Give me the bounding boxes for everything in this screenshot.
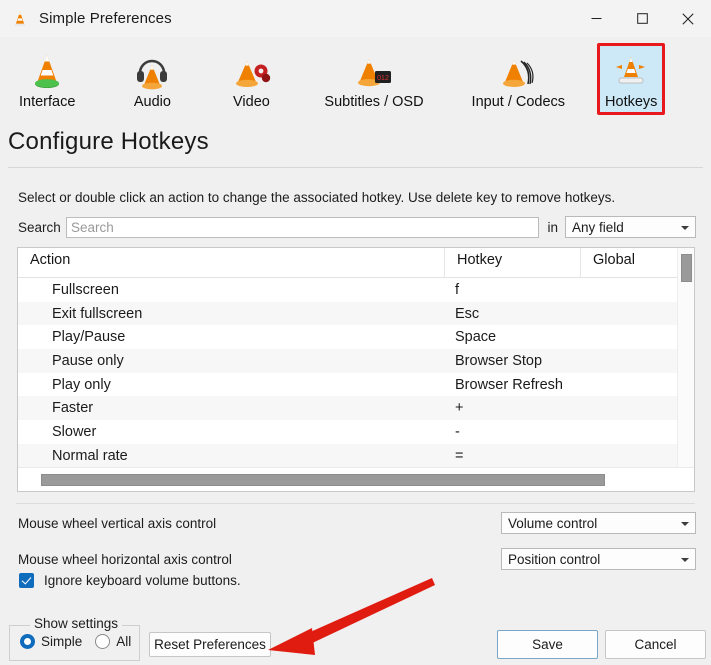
cell-hotkey: f xyxy=(455,281,460,298)
cell-action: Slower xyxy=(52,423,97,440)
mouse-wheel-horizontal-dropdown[interactable]: Position control xyxy=(501,548,696,570)
table-row[interactable]: Pause only Browser Stop xyxy=(18,349,694,373)
table-row[interactable]: Faster + xyxy=(18,396,694,421)
cell-action: Exit fullscreen xyxy=(52,305,143,322)
cell-hotkey: Space xyxy=(455,329,497,346)
vlc-input-codecs-icon xyxy=(496,49,540,93)
radio-simple[interactable]: Simple xyxy=(20,634,82,649)
toolbar-item-label: Interface xyxy=(19,94,76,110)
cell-hotkey: Browser Stop xyxy=(455,352,543,369)
cell-action: Pause only xyxy=(52,352,124,369)
cell-hotkey: Esc xyxy=(455,305,480,322)
title-divider xyxy=(8,167,703,168)
toolbar-item-subtitles-osd[interactable]: 012 Subtitles / OSD xyxy=(316,43,431,115)
table-row[interactable]: Slower - xyxy=(18,420,694,444)
radio-simple-indicator[interactable] xyxy=(20,634,35,649)
vlc-hotkeys-icon xyxy=(609,49,653,93)
reset-preferences-button[interactable]: Reset Preferences xyxy=(149,632,271,657)
ignore-volume-checkbox[interactable] xyxy=(19,573,34,588)
simple-preferences-window: Simple Preferences Interface Audio Video… xyxy=(0,0,711,665)
toolbar-item-label: Audio xyxy=(133,94,171,110)
vertical-scrollbar-thumb[interactable] xyxy=(681,254,692,282)
maximize-button[interactable] xyxy=(619,0,665,37)
radio-simple-label: Simple xyxy=(41,634,83,649)
chevron-down-icon xyxy=(681,226,689,230)
mouse-wheel-vertical-dropdown[interactable]: Volume control xyxy=(501,512,696,534)
table-row[interactable]: Play only Browser Refresh xyxy=(18,373,694,397)
cell-action: Normal rate xyxy=(52,447,128,464)
radio-all-indicator[interactable] xyxy=(95,634,111,649)
table-header-row: Action Hotkey Global xyxy=(18,248,694,278)
table-horizontal-scrollbar[interactable] xyxy=(18,467,694,491)
toolbar-item-input-codecs[interactable]: Input / Codecs xyxy=(464,43,574,115)
toolbar-item-interface[interactable]: Interface xyxy=(11,43,83,115)
table-row[interactable]: Exit fullscreen Esc xyxy=(18,301,694,326)
chevron-down-icon xyxy=(681,558,689,562)
page-title: Configure Hotkeys xyxy=(8,128,209,155)
mouse-wheel-horizontal-value: Position control xyxy=(508,551,601,567)
vlc-headphones-icon xyxy=(130,49,174,93)
ignore-volume-label: Ignore keyboard volume buttons. xyxy=(44,573,241,588)
toolbar-item-hotkeys[interactable]: Hotkeys xyxy=(597,43,666,115)
vlc-cone-icon xyxy=(25,49,69,93)
mouse-wheel-horizontal-label: Mouse wheel horizontal axis control xyxy=(18,551,232,567)
toolbar-item-label: Video xyxy=(233,94,270,110)
ignore-volume-buttons-row[interactable]: Ignore keyboard volume buttons. xyxy=(19,573,241,588)
show-settings-group: Show settings Simple All xyxy=(9,616,141,661)
show-settings-legend: Show settings xyxy=(30,616,123,631)
cell-action: Play/Pause xyxy=(52,329,126,346)
preferences-toolbar: Interface Audio Video 012 Subtitles / OS… xyxy=(0,37,711,123)
search-field-value: Any field xyxy=(572,219,624,235)
vlc-cone-icon xyxy=(10,9,30,29)
column-header-action[interactable]: Action xyxy=(18,248,445,277)
red-arrow-icon xyxy=(268,578,435,655)
radio-all[interactable]: All xyxy=(95,634,131,649)
column-header-hotkey[interactable]: Hotkey xyxy=(445,248,581,277)
window-title: Simple Preferences xyxy=(39,10,172,27)
hotkeys-table[interactable]: Action Hotkey Global Fullscreen f Exit f… xyxy=(17,247,695,492)
mouse-wheel-vertical-value: Volume control xyxy=(508,515,598,531)
title-bar: Simple Preferences xyxy=(0,0,711,37)
vlc-subtitles-icon: 012 xyxy=(352,49,396,93)
mouse-wheel-vertical-row: Mouse wheel vertical axis control Volume… xyxy=(18,512,696,534)
horizontal-scrollbar-thumb[interactable] xyxy=(41,474,605,486)
minimize-button[interactable] xyxy=(573,0,619,37)
table-body: Fullscreen f Exit fullscreen Esc Play/Pa… xyxy=(18,278,694,468)
show-settings-radios: Simple All xyxy=(10,634,141,649)
chevron-down-icon xyxy=(681,522,689,526)
search-field-dropdown[interactable]: Any field xyxy=(565,216,696,238)
toolbar-item-label: Hotkeys xyxy=(605,94,658,110)
search-label: Search xyxy=(18,219,61,235)
toolbar-item-label: Input / Codecs xyxy=(471,94,566,110)
radio-all-label: All xyxy=(116,634,132,649)
cancel-button[interactable]: Cancel xyxy=(605,630,706,659)
table-vertical-scrollbar[interactable] xyxy=(677,248,694,467)
svg-text:012: 012 xyxy=(377,75,389,82)
cell-hotkey: = xyxy=(455,447,464,464)
cell-hotkey: - xyxy=(455,423,460,440)
cell-hotkey: + xyxy=(455,400,464,417)
cell-action: Faster xyxy=(52,400,94,417)
search-in-label: in xyxy=(547,219,558,235)
save-button[interactable]: Save xyxy=(497,630,598,659)
hotkeys-hint: Select or double click an action to chan… xyxy=(18,190,616,205)
cell-hotkey: Browser Refresh xyxy=(455,376,563,393)
table-row[interactable]: Fullscreen f xyxy=(18,278,694,302)
cell-action: Fullscreen xyxy=(52,281,119,298)
table-row[interactable]: Play/Pause Space xyxy=(18,325,694,349)
cell-action: Play only xyxy=(52,376,111,393)
search-input[interactable] xyxy=(66,216,540,238)
table-row[interactable]: Normal rate = xyxy=(18,443,694,468)
toolbar-item-video[interactable]: Video xyxy=(221,43,281,115)
window-controls xyxy=(573,0,711,37)
lower-divider xyxy=(16,503,695,504)
close-button[interactable] xyxy=(665,0,711,37)
search-row: Search in Any field xyxy=(18,216,696,238)
toolbar-item-label: Subtitles / OSD xyxy=(324,94,424,110)
vlc-video-icon xyxy=(229,49,273,93)
mouse-wheel-horizontal-row: Mouse wheel horizontal axis control Posi… xyxy=(18,548,696,570)
toolbar-item-audio[interactable]: Audio xyxy=(122,43,182,115)
mouse-wheel-vertical-label: Mouse wheel vertical axis control xyxy=(18,515,217,531)
